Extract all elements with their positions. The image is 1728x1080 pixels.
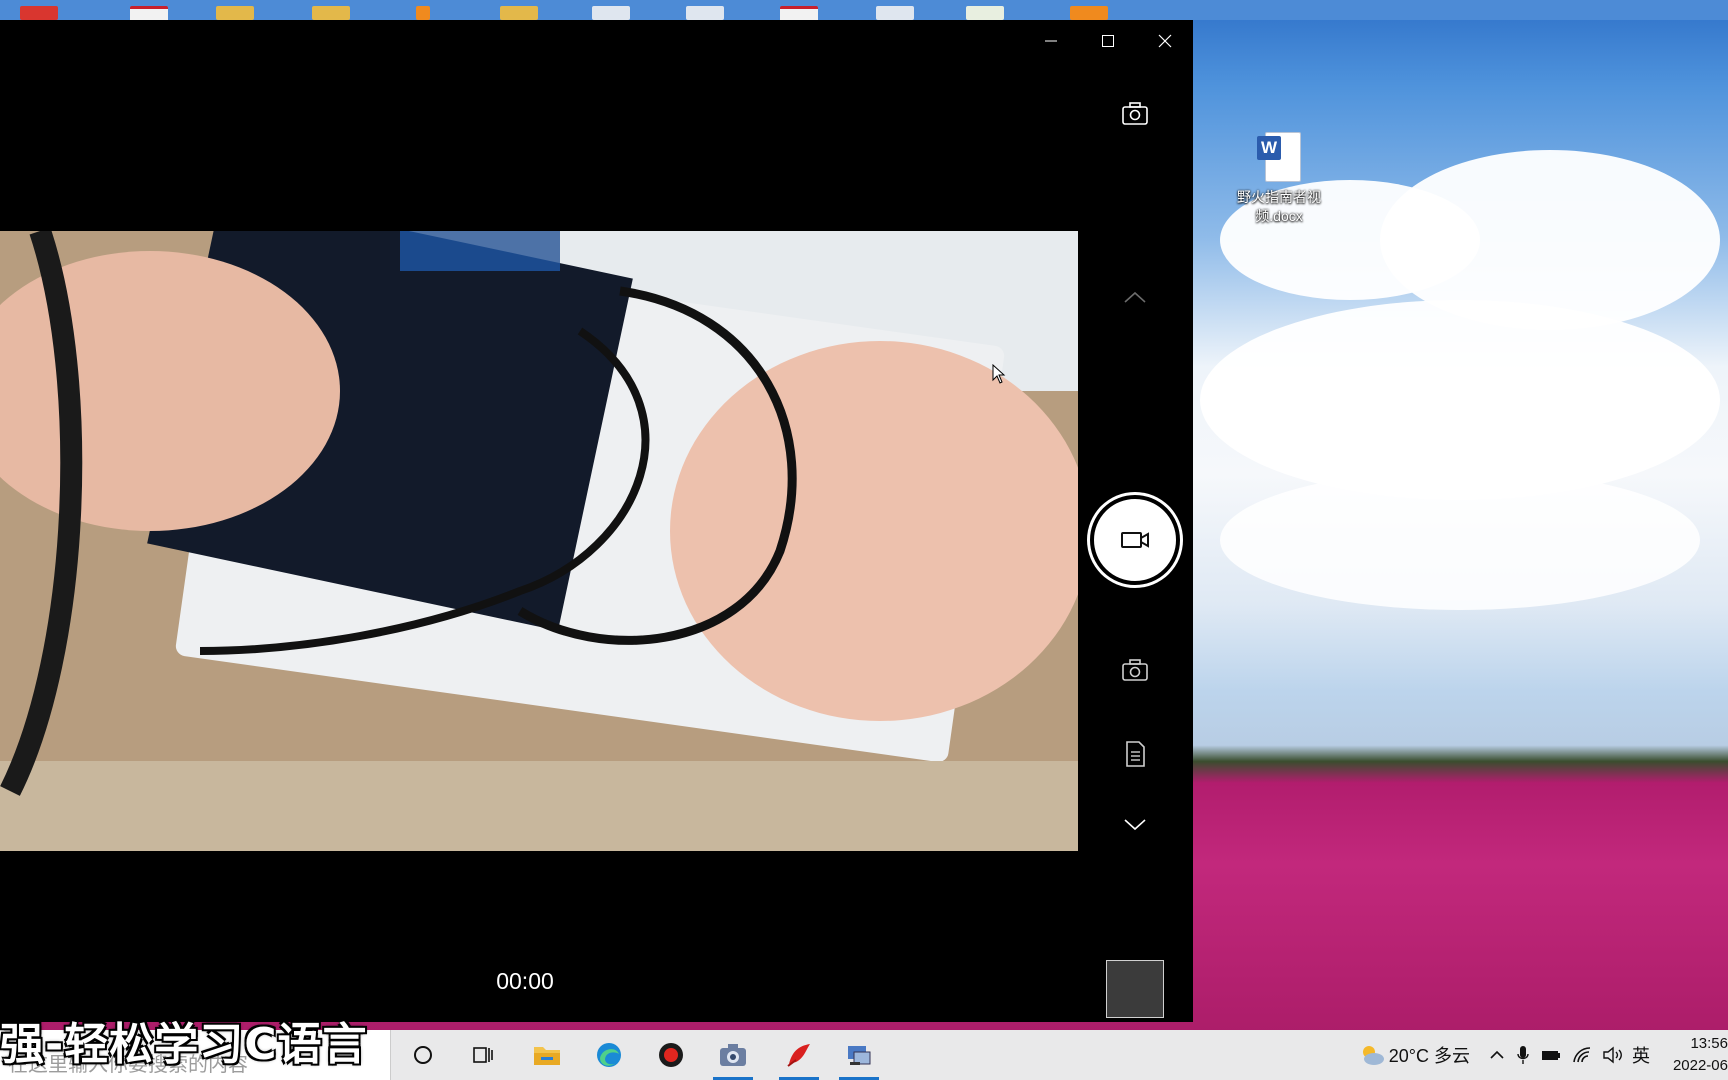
preview-scene <box>0 231 1078 851</box>
show-hidden-icons-icon[interactable] <box>1488 1046 1506 1064</box>
word-document-icon: W <box>1255 130 1303 184</box>
folder-icon[interactable] <box>500 6 538 20</box>
network-app-button[interactable] <box>831 1030 887 1080</box>
recorder-icon <box>659 1043 683 1067</box>
minimize-icon <box>1044 40 1057 42</box>
desktop-icon[interactable] <box>966 6 1004 20</box>
task-view-icon <box>473 1047 493 1063</box>
document-scan-icon <box>1126 741 1145 767</box>
clock[interactable]: 13:56 2022-06 <box>1666 1033 1728 1077</box>
scroll-down-button[interactable] <box>1105 800 1165 848</box>
camera-app-button[interactable] <box>705 1030 761 1080</box>
camera-icon <box>720 1044 746 1066</box>
scroll-up-button[interactable] <box>1105 274 1165 322</box>
edge-button[interactable] <box>581 1030 637 1080</box>
desktop-file-label: 野火指南者视频.docx <box>1237 189 1321 224</box>
system-tray: 20°C 多云 英 13:56 2022-06 <box>1359 1030 1728 1080</box>
clock-time: 13:56 <box>1690 1035 1728 1052</box>
photo-mode-button[interactable] <box>1105 646 1165 694</box>
record-video-button[interactable] <box>1090 495 1180 585</box>
mouse-cursor-icon <box>992 364 1006 384</box>
desktop-icon-strip <box>0 0 1728 23</box>
microphone-icon[interactable] <box>1516 1044 1530 1066</box>
wifi-icon[interactable] <box>1572 1046 1592 1064</box>
desktop-icon[interactable] <box>20 6 58 20</box>
folder-icon[interactable] <box>312 6 350 20</box>
photo-camera-icon <box>1122 659 1148 681</box>
switch-camera-icon <box>1122 102 1148 125</box>
file-explorer-icon <box>534 1047 560 1065</box>
edge-icon <box>597 1043 621 1067</box>
desktop-icon[interactable] <box>1070 6 1108 20</box>
video-caption-overlay: 强-轻松学习C语言 <box>0 1019 368 1070</box>
weather-cloud-icon <box>1362 1046 1384 1065</box>
desktop-file-icon[interactable]: W 野火指南者视频.docx <box>1234 130 1324 226</box>
desktop-icon[interactable] <box>592 6 630 20</box>
camera-app-window: 00:00 <box>0 20 1193 1022</box>
video-camera-icon <box>1121 532 1149 548</box>
last-capture-thumbnail[interactable] <box>1106 960 1164 1018</box>
document-mode-button[interactable] <box>1105 730 1165 778</box>
task-view-button[interactable] <box>455 1030 511 1080</box>
chevron-down-icon <box>1124 819 1146 831</box>
folder-icon[interactable] <box>216 6 254 20</box>
app-red-icon <box>787 1044 810 1067</box>
clock-date: 2022-06 <box>1672 1057 1728 1074</box>
desktop-icon[interactable] <box>686 6 724 20</box>
desktop-icon[interactable] <box>876 6 914 20</box>
volume-icon[interactable] <box>1602 1046 1624 1064</box>
cortana-button[interactable] <box>395 1030 451 1080</box>
cloud <box>1220 470 1700 610</box>
chevron-up-icon <box>1124 291 1146 303</box>
battery-icon[interactable] <box>1540 1047 1562 1063</box>
ime-indicator[interactable]: 英 <box>1632 1042 1650 1068</box>
switch-camera-button[interactable] <box>1105 90 1165 138</box>
network-app-icon <box>848 1046 871 1065</box>
cortana-icon <box>414 1046 432 1064</box>
weather-text[interactable]: 20°C 多云 <box>1389 1042 1470 1068</box>
minimize-button[interactable] <box>1022 20 1079 62</box>
recording-timer: 00:00 <box>496 968 554 994</box>
file-explorer-button[interactable] <box>519 1030 575 1080</box>
recorder-button[interactable] <box>643 1030 699 1080</box>
camera-preview[interactable] <box>0 231 1078 851</box>
red-app-button[interactable] <box>771 1030 827 1080</box>
desktop-icon[interactable] <box>416 6 430 20</box>
